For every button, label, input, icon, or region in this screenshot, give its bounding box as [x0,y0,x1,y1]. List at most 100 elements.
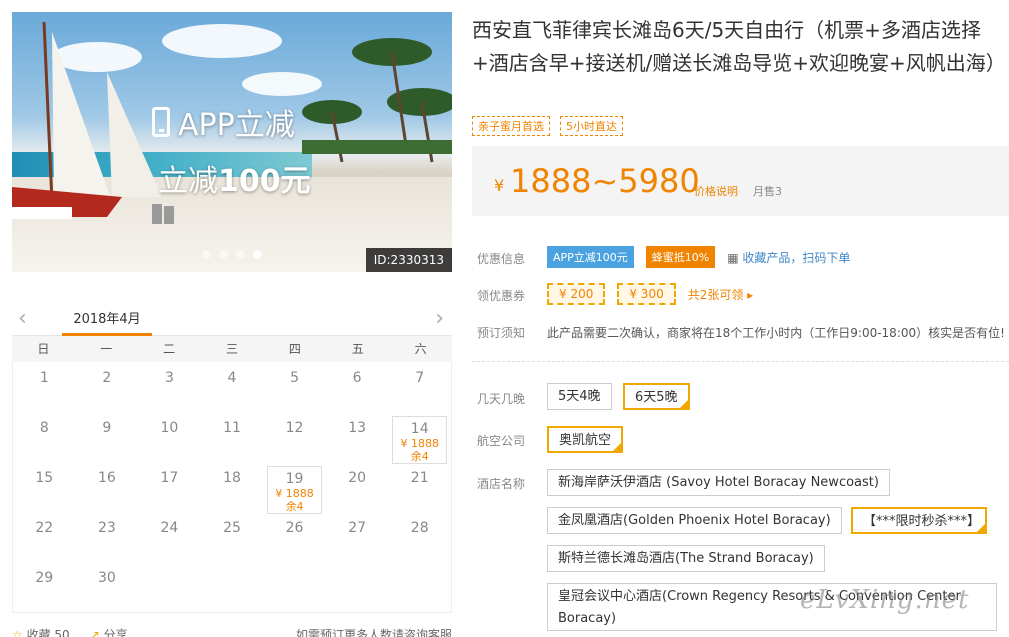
option-airline-selected[interactable]: 奥凯航空 [547,426,624,453]
bottom-actions: ☆ 收藏 50 ↗ 分享 如需预订更多人数请咨询客服 [12,626,452,637]
weekday-2: 二 [163,342,176,356]
coupon-label: 领优惠券 [477,289,526,303]
calendar-day-number: 4 [227,370,237,386]
notice-text: 此产品需要二次确认，商家将在18个工作小时内（工作日9:00-18:00）核实是… [547,326,1005,340]
calendar-day: 8 [13,412,76,462]
calendar-day-number: 21 [410,470,429,486]
calendar-day: 20 [326,462,389,512]
option-hotel-strand[interactable]: 斯特兰德长滩岛酒店(The Strand Boracay) [547,545,825,572]
tag: 5小时直达 [560,116,623,136]
calendar-day: 5 [263,362,326,412]
promo-line1-text: APP立减 [178,108,295,143]
calendar-day-number: 11 [223,420,241,436]
calendar-day: 17 [138,462,201,512]
option-flash-sale-selected[interactable]: 【***限时秒杀***】 [851,507,987,534]
calendar-day: 15 [13,462,76,512]
honey-discount-badge: 蜂蜜抵10% [645,246,716,268]
chevron-right-icon[interactable]: › [435,306,444,331]
hero-image[interactable]: APP立减 立减100元 ID:2330313 [12,12,452,272]
calendar-day-number: 24 [160,520,179,536]
airline-label: 航空公司 [477,434,526,448]
product-id-badge: ID:2330313 [365,248,452,272]
hotel-label: 酒店名称 [477,477,526,491]
option-6d5n-selected[interactable]: 6天5晚 [623,383,690,410]
qrcode-icon: ▦ [727,250,739,265]
calendar-day-number: 6 [352,370,362,386]
calendar-day: 12 [263,412,326,462]
calendar-day: 2 [76,362,139,412]
calendar-day-price: ¥ 1888 [275,487,314,500]
favorite-scan-link[interactable]: ▦ 收藏产品，扫码下单 [727,249,850,266]
promo-info-row: APP立减100元 蜂蜜抵10% ▦ 收藏产品，扫码下单 [547,246,850,268]
carousel-dots[interactable] [202,250,262,259]
notice-label: 预订须知 [477,326,526,340]
app-discount-badge: APP立减100元 [547,246,634,268]
calendar-day-number: 18 [223,470,241,486]
promo-amount-value: 100元 [218,164,311,199]
calendar-day-number: 20 [348,470,367,486]
favorite-scan-text: 收藏产品，扫码下单 [742,250,851,265]
coupon-300[interactable]: ¥ 300 [617,283,676,305]
calendar-day-number: 15 [35,470,54,486]
calendar-day-number: 19 [285,471,304,487]
calendar-day: 7 [388,362,451,412]
option-5d4n[interactable]: 5天4晚 [547,383,612,410]
calendar-day-number: 30 [97,570,116,586]
favorite-button[interactable]: ☆ 收藏 50 [12,626,70,637]
option-hotel-golden-phoenix[interactable]: 金凤凰酒店(Golden Phoenix Hotel Boracay) [547,507,842,534]
favorite-label: 收藏 50 [26,628,70,637]
calendar-day-available[interactable]: 19 ¥ 1888 余4 [267,466,322,514]
calendar-day-available[interactable]: 14 ¥ 1888 余4 [392,416,447,464]
promo-amount: 立减100元 [158,156,311,200]
calendar-month-tab[interactable]: 2018年4月 [62,308,152,336]
calendar-day: 29 [13,562,76,612]
weekday-4: 四 [288,342,301,356]
weekday-5: 五 [351,342,364,356]
calendar-day: 22 [13,512,76,562]
calendar-day-number: 12 [285,420,304,436]
carousel-dot-active[interactable] [253,250,262,259]
carousel-dot[interactable] [219,250,228,259]
coupon-200[interactable]: ¥ 200 [547,283,606,305]
calendar-day-number: 28 [410,520,429,536]
price-box: ¥ 1888~5980 价格说明 月售3 [472,146,1009,216]
calendar: ‹ 2018年4月 › 日一二三四五六 1 2 3 4 5 6 7 8 9 10 11 12 13 14 ¥… [12,298,452,618]
calendar-day-number: 9 [102,420,112,436]
calendar-day: 25 [201,512,264,562]
calendar-day: 6 [326,362,389,412]
share-button[interactable]: ↗ 分享 [90,626,128,637]
carousel-dot[interactable] [236,250,245,259]
calendar-day: 9 [76,412,139,462]
calendar-day-number: 25 [223,520,241,536]
product-title: 西安直飞菲律宾长滩岛6天/5天自由行（机票+多酒店选择+酒店含早+接送机/赠送长… [472,18,1006,75]
calendar-day: 21 [388,462,451,512]
chevron-left-icon[interactable]: ‹ [18,306,27,331]
calendar-day-number: 13 [348,420,367,436]
calendar-day: 27 [326,512,389,562]
calendar-day: 13 [326,412,389,462]
option-hotel-savoy[interactable]: 新海岸萨沃伊酒店 (Savoy Hotel Boracay Newcoast) [547,469,890,496]
calendar-day: 24 [138,512,201,562]
carousel-dot[interactable] [202,250,211,259]
calendar-day-number: 2 [102,370,112,386]
contact-hint[interactable]: 如需预订更多人数请咨询客服 [296,626,452,637]
calendar-day: 3 [138,362,201,412]
calendar-day-price: ¥ 1888 [400,437,439,450]
monthly-sales: 月售3 [753,185,782,198]
section-divider [472,361,1009,362]
coupon-more-link[interactable]: 共2张可领 ▸ [688,286,753,303]
calendar-weekday-header: 日一二三四五六 [12,336,452,362]
weekday-1: 一 [100,342,113,356]
calendar-day: 11 [201,412,264,462]
promo-prefix: 立减 [158,164,218,199]
calendar-day: 30 [76,562,139,612]
calendar-day: 1 [13,362,76,412]
coupon-row: ¥ 200 ¥ 300 共2张可领 ▸ [547,283,753,305]
calendar-day: 28 [388,512,451,562]
calendar-day-number: 3 [164,370,174,386]
weekday-3: 三 [225,342,238,356]
calendar-day: 18 [201,462,264,512]
calendar-day: 26 [263,512,326,562]
price-note-link[interactable]: 价格说明 [694,183,738,199]
weekday-0: 日 [37,342,50,356]
